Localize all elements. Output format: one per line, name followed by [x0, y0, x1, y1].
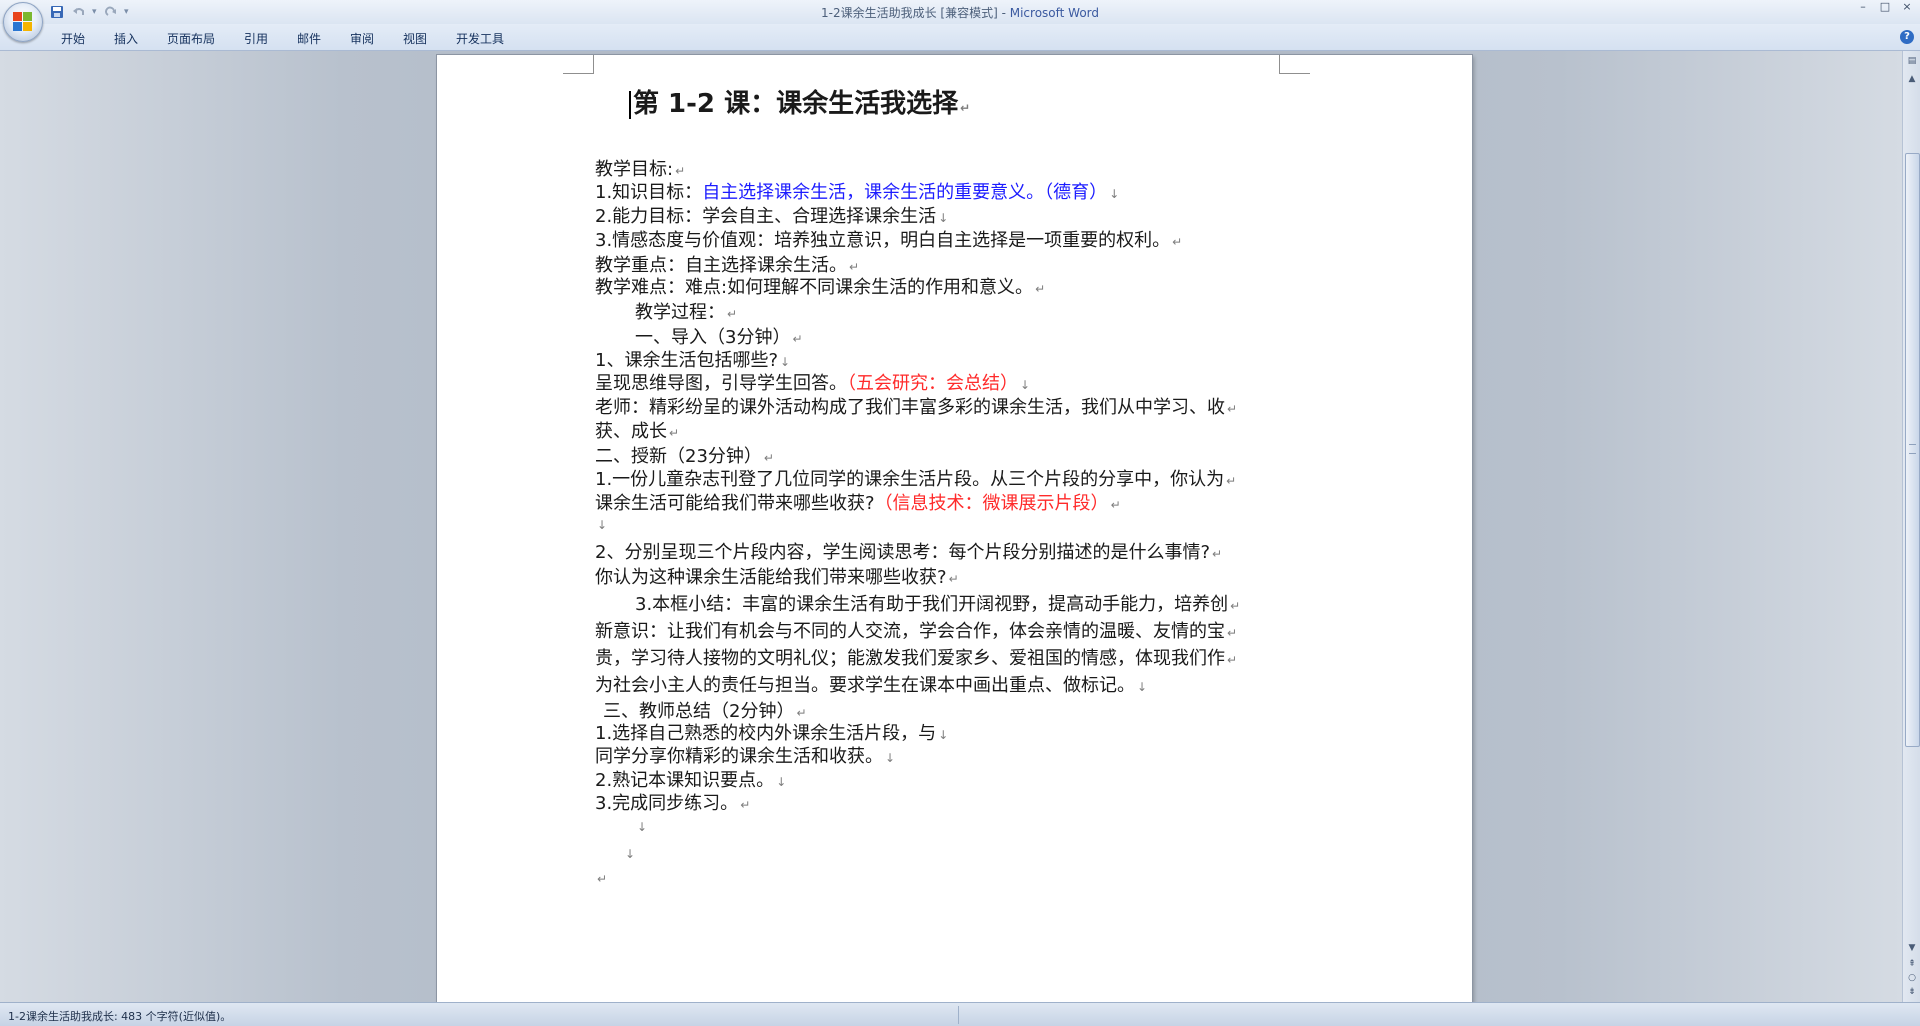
tab-developer[interactable]: 开发工具	[456, 28, 504, 49]
crop-mark-top-right	[1279, 55, 1310, 74]
scroll-up-arrow-icon[interactable]: ▲	[1904, 71, 1920, 87]
document-line: 课余生活可能给我们带来哪些收获?（信息技术：微课展示片段） ↵	[595, 493, 1121, 514]
document-line: 为社会小主人的责任与担当。要求学生在课本中画出重点、做标记。 ↓	[595, 675, 1148, 696]
tab-references[interactable]: 引用	[244, 28, 268, 49]
maximize-button[interactable]: □	[1876, 0, 1894, 16]
document-line: 3.完成同步练习。 ↵	[595, 793, 751, 814]
text-cursor	[629, 90, 631, 119]
tab-home[interactable]: 开始	[61, 28, 85, 49]
document-line: 获、成长 ↵	[595, 421, 680, 442]
minimize-button[interactable]: –	[1854, 0, 1872, 16]
document-line: 你认为这种课余生活能给我们带来哪些收获? ↵	[595, 567, 959, 588]
document-line: ↓	[597, 518, 608, 532]
tab-view[interactable]: 视图	[403, 28, 427, 49]
document-line: 新意识：让我们有机会与不同的人交流，学会合作，体会亲情的温暖、友情的宝 ↵	[595, 621, 1238, 642]
document-line: 1.一份儿童杂志刊登了几位同学的课余生活片段。从三个片段的分享中，你认为 ↵	[595, 469, 1237, 490]
help-icon[interactable]: ?	[1900, 30, 1914, 44]
document-line: 3.情感态度与价值观：培养独立意识，明白自主选择是一项重要的权利。 ↵	[595, 230, 1183, 251]
office-logo-icon	[13, 12, 33, 32]
document-line: 老师：精彩纷呈的课外活动构成了我们丰富多彩的课余生活，我们从中学习、收 ↵	[595, 397, 1238, 418]
scroll-down-arrow-icon[interactable]: ▼	[1904, 940, 1920, 956]
document-line: 2、分别呈现三个片段内容，学生阅读思考：每个片段分别描述的是什么事情? ↵	[595, 542, 1223, 563]
tab-mailings[interactable]: 邮件	[297, 28, 321, 49]
ribbon-tab-bar: 开始 插入 页面布局 引用 邮件 审阅 视图 开发工具 ?	[0, 24, 1920, 51]
app-name: Microsoft Word	[1009, 6, 1100, 20]
document-line: 3.本框小结：丰富的课余生活有助于我们开阔视野，提高动手能力，培养创 ↵	[635, 594, 1241, 615]
window-controls: – □ ×	[1854, 0, 1916, 16]
title-bar: ▾ ▾ 1-2课余生活助我成长 [兼容模式] - Microsoft Word …	[0, 0, 1920, 24]
status-bar: 1-2课余生活助我成长: 483 个字符(近似值)。	[0, 1002, 1920, 1026]
tab-insert[interactable]: 插入	[114, 28, 138, 49]
word-count-status[interactable]: 1-2课余生活助我成长: 483 个字符(近似值)。	[8, 1008, 231, 1024]
tab-review[interactable]: 审阅	[350, 28, 374, 49]
scroll-thumb[interactable]	[1905, 153, 1920, 747]
crop-mark-top-left	[563, 55, 594, 74]
document-line: 2.能力目标：学会自主、合理选择课余生活 ↓	[595, 206, 949, 227]
document-line: 教学难点：难点:如何理解不同课余生活的作用和意义。 ↵	[595, 277, 1046, 298]
office-button[interactable]	[3, 2, 43, 42]
document-line: 贵，学习待人接物的文明礼仪；能激发我们爱家乡、爱祖国的情感，体现我们作 ↵	[595, 648, 1238, 669]
document-line: 呈现思维导图，引导学生回答。（五会研究：会总结） ↓	[595, 373, 1031, 394]
close-button[interactable]: ×	[1898, 0, 1916, 16]
document-line: 同学分享你精彩的课余生活和收获。 ↓	[595, 746, 896, 767]
document-title: 第 1-2 课：课余生活我选择 ↵	[629, 83, 970, 120]
document-workspace: 第 1-2 课：课余生活我选择 ↵ 教学目标: ↵ 1.知识目标：自主选择课余生活，课…	[0, 51, 1902, 1002]
document-line: 教学过程： ↵	[635, 302, 738, 323]
window-title: 1-2课余生活助我成长 [兼容模式] - Microsoft Word	[820, 6, 1100, 20]
document-line: ↵	[597, 872, 608, 886]
next-page-icon[interactable]: ⇟	[1904, 984, 1920, 1000]
ruler-toggle-icon[interactable]: ▤	[1904, 53, 1920, 69]
document-page[interactable]: 第 1-2 课：课余生活我选择 ↵ 教学目标: ↵ 1.知识目标：自主选择课余生活，课…	[437, 55, 1472, 1002]
document-line: ↓	[625, 847, 636, 861]
document-name: 1-2课余生活助我成长 [兼容模式]	[820, 6, 998, 20]
document-line: ↓	[637, 820, 648, 834]
vertical-scrollbar[interactable]: ▤ ▲ ▼ ⇞ ○ ⇟	[1902, 51, 1920, 1002]
document-line: 1.知识目标：自主选择课余生活，课余生活的重要意义。（德育） ↓	[595, 182, 1120, 203]
tab-page-layout[interactable]: 页面布局	[167, 28, 215, 49]
